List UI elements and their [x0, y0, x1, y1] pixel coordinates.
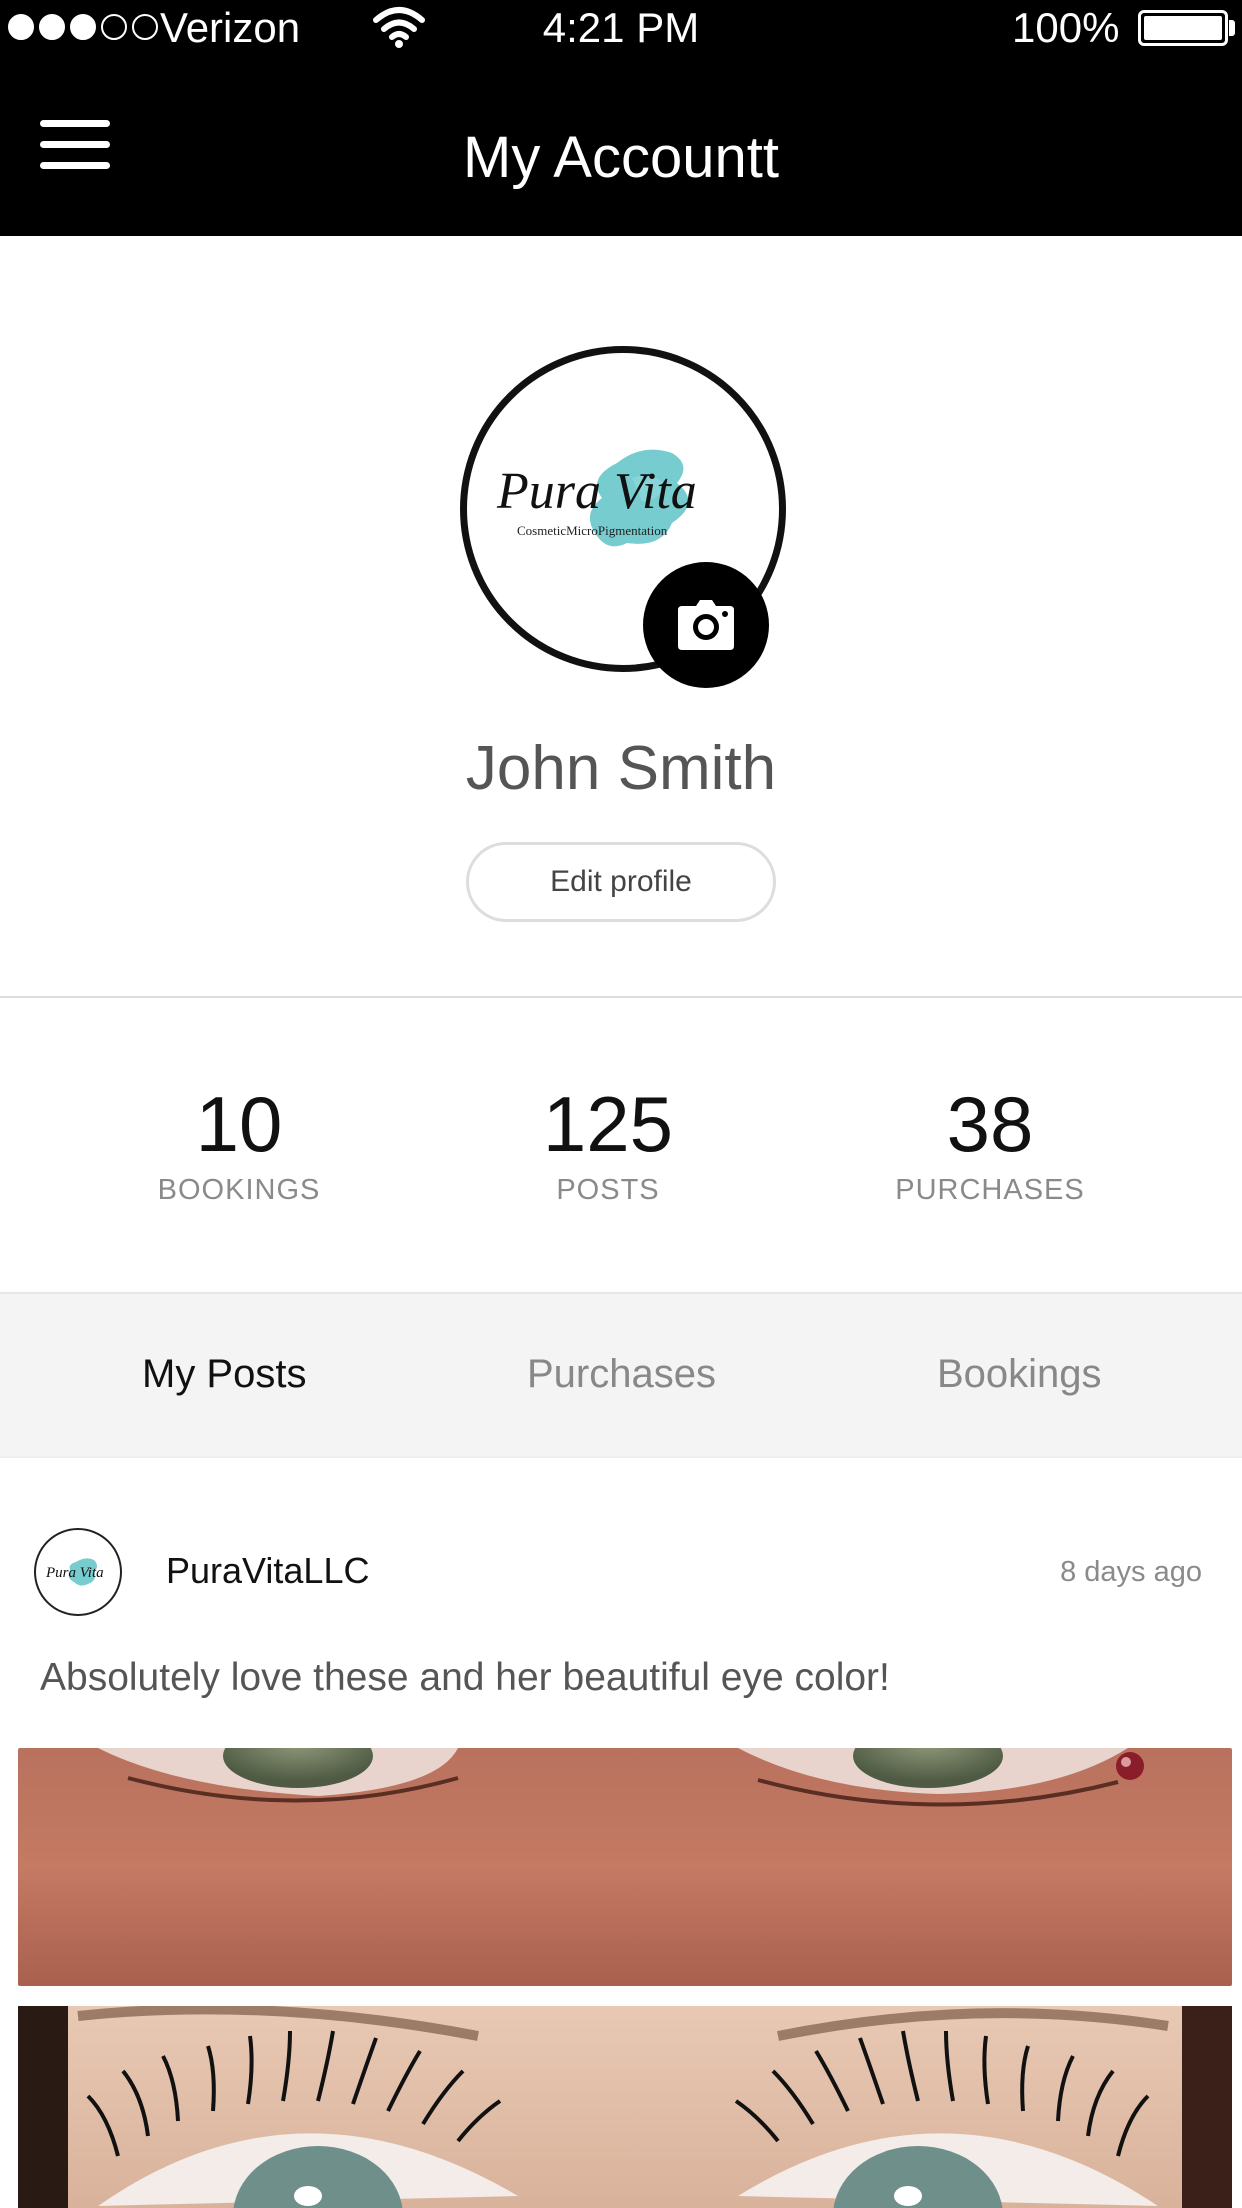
stat-bookings[interactable]: 10 BOOKINGS — [89, 1080, 389, 1207]
stat-value: 125 — [542, 1080, 674, 1168]
profile-section: Pura Vita CosmeticMicroPigmentation John… — [0, 236, 1242, 998]
svg-text:Pura Vita: Pura Vita — [496, 463, 697, 520]
post-photo-eyes-lashes[interactable] — [18, 2006, 1232, 2208]
page-title: My Accountt — [463, 125, 779, 190]
battery-icon — [1138, 10, 1228, 46]
tab-my-posts[interactable]: My Posts — [142, 1352, 306, 1397]
post-author-name[interactable]: PuraVitaLLC — [166, 1550, 369, 1592]
post-card: Pura Vita PuraVitaLLC 8 days ago Absolut… — [0, 1458, 1242, 2208]
stats-row: 10 BOOKINGS 125 POSTS 38 PURCHASES — [0, 998, 1242, 1294]
svg-text:CosmeticMicroPigmentation: CosmeticMicroPigmentation — [517, 523, 668, 538]
post-text: Absolutely love these and her beautiful … — [40, 1656, 890, 1699]
battery-tip — [1229, 20, 1235, 36]
edit-profile-button[interactable]: Edit profile — [466, 842, 776, 922]
app-header: My Accountt — [0, 58, 1242, 236]
stat-purchases[interactable]: 38 PURCHASES — [840, 1080, 1140, 1207]
stat-value: 38 — [946, 1080, 1034, 1168]
battery-percentage: 100% — [1012, 4, 1120, 51]
post-author-avatar[interactable]: Pura Vita — [34, 1528, 122, 1616]
post-photo-eyes-lower[interactable] — [18, 1748, 1232, 1986]
status-bar: Verizon 4:21 PM 100% — [0, 0, 1242, 58]
camera-icon[interactable] — [643, 562, 769, 688]
stat-posts[interactable]: 125 POSTS — [458, 1080, 758, 1207]
tab-purchases[interactable]: Purchases — [527, 1352, 716, 1397]
tab-bar: My Posts Purchases Bookings — [0, 1294, 1242, 1458]
post-timestamp: 8 days ago — [1060, 1556, 1202, 1588]
stat-label: PURCHASES — [895, 1174, 1085, 1206]
profile-name: John Smith — [465, 734, 777, 803]
stat-value: 10 — [195, 1080, 283, 1168]
stat-label: POSTS — [556, 1174, 660, 1206]
svg-text:Pura Vita: Pura Vita — [45, 1565, 104, 1581]
tab-bookings[interactable]: Bookings — [937, 1352, 1102, 1397]
stat-label: BOOKINGS — [157, 1174, 321, 1206]
